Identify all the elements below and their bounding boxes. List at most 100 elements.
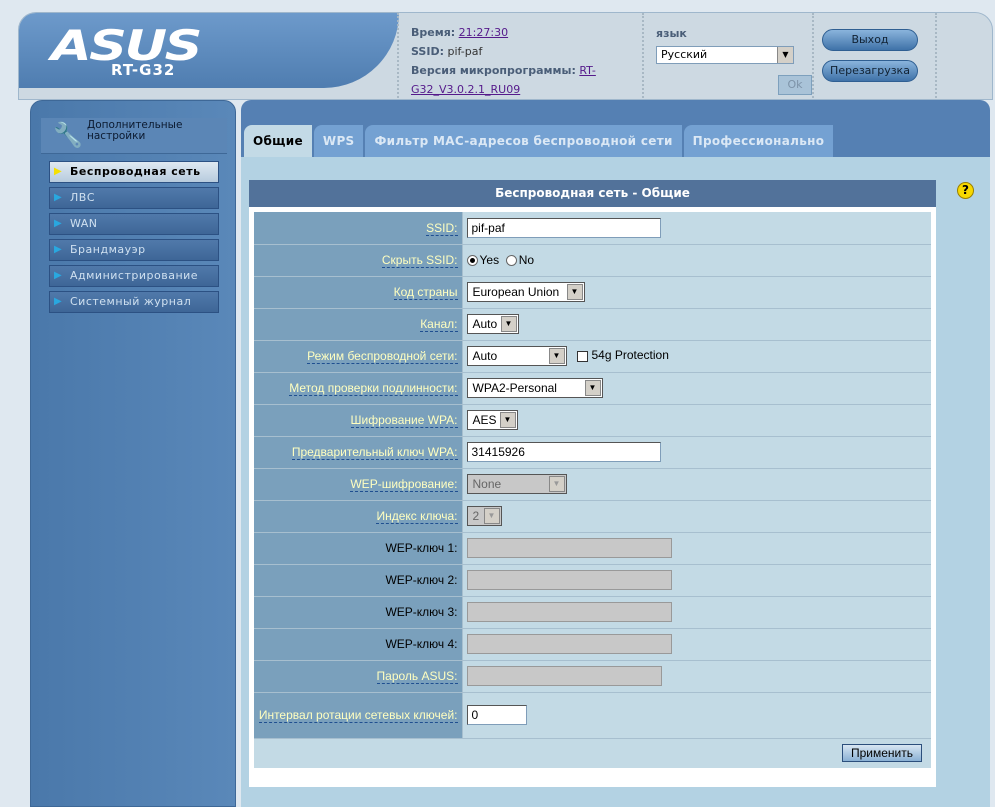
chevron-down-icon: ▼ [499,412,516,428]
ssid-value: pif-paf [447,45,483,58]
tab-wps[interactable]: WPS [313,125,364,157]
sidebar-item-label: Брандмауэр [70,243,146,256]
asus-password-input[interactable] [466,666,662,686]
asus-logo: ASUS RT-G32 [19,13,399,88]
page-title: Беспроводная сеть - Общие [249,180,936,207]
mode-value: Auto [472,349,498,363]
sidebar-item-syslog[interactable]: ▶ Системный журнал [49,291,219,313]
language-label: язык [656,27,687,40]
ssid-input[interactable]: pif-paf [466,217,661,238]
chevron-down-icon: ▼ [548,476,565,492]
table-row: WEP-шифрование: None ▼ [254,468,931,501]
sidebar-item-label: Системный журнал [70,295,192,308]
status-info: Время: 21:27:30 SSID: pif-paf Версия мик… [397,13,642,99]
mode-label: Режим беспроводной сети: [307,349,458,364]
table-row: Предварительный ключ WPA: 31415926 [254,436,931,469]
table-row: Метод проверки подлинности: WPA2-Personal… [254,372,931,405]
sidebar: 🔧 Дополнительные настройки ▶ Беспроводная… [30,100,236,807]
key-rotation-input[interactable]: 0 [466,705,527,725]
hide-ssid-yes-radio[interactable] [466,255,478,267]
wep-key3-label: WEP-ключ 3: [385,605,458,619]
chevron-down-icon: ▼ [584,380,601,396]
wpa-encryption-select[interactable]: AES ▼ [466,410,518,430]
chevron-down-icon: ▼ [777,47,793,63]
time-label: Время: [411,26,456,39]
chevron-down-icon: ▼ [566,284,583,300]
auth-value: WPA2-Personal [472,381,557,395]
auth-select[interactable]: WPA2-Personal ▼ [466,378,603,398]
wep-encryption-value: None [472,477,502,491]
key-index-select[interactable]: 2 ▼ [466,506,502,526]
channel-value: Auto [472,317,498,331]
sidebar-item-firewall[interactable]: ▶ Брандмауэр [49,239,219,261]
table-row: Режим беспроводной сети: Auto ▼ 54g Protect… [254,340,931,373]
header-buttons: Выход Перезагрузка [812,13,937,99]
model-name: RT-G32 [111,61,176,79]
arrow-icon: ▶ [54,166,63,177]
table-row: Индекс ключа: 2 ▼ [254,500,931,533]
wep-key1-input[interactable] [466,538,672,558]
wep-key2-input[interactable] [466,570,672,590]
arrow-icon: ▶ [54,192,63,203]
apply-button[interactable]: Применить [841,744,922,763]
tools-icon: 🔧 [53,121,83,149]
ok-button[interactable]: Ok [778,75,812,95]
sidebar-item-wan[interactable]: ▶ WAN [49,213,219,235]
help-icon[interactable]: ? [957,182,974,199]
wep-encryption-select[interactable]: None ▼ [466,474,567,494]
table-row: WEP-ключ 2: [254,564,931,597]
sidebar-header: 🔧 Дополнительные настройки [41,118,227,154]
main-panel: Общие WPS Фильтр MAC-адресов беспроводно… [241,100,990,807]
table-row: WEP-ключ 4: [254,628,931,661]
sidebar-item-admin[interactable]: ▶ Администрирование [49,265,219,287]
sidebar-title: Дополнительные настройки [87,119,183,142]
psk-input[interactable]: 31415926 [466,442,661,462]
wep-encryption-label: WEP-шифрование: [350,477,458,492]
tab-general[interactable]: Общие [244,125,312,157]
language-value: Русский [661,48,708,61]
mode-select[interactable]: Auto ▼ [466,346,567,366]
country-label: Код страны [393,285,458,300]
arrow-icon: ▶ [54,296,63,307]
wep-key2-label: WEP-ключ 2: [385,573,458,587]
table-row: Пароль ASUS: [254,660,931,693]
logout-button[interactable]: Выход [822,29,918,51]
table-row: Код страны European Union ▼ [254,276,931,309]
arrow-icon: ▶ [54,270,63,281]
header: ASUS RT-G32 Время: 21:27:30 SSID: pif-pa… [18,12,993,100]
language-select[interactable]: Русский ▼ [656,46,794,64]
hide-ssid-no-radio[interactable] [505,255,517,267]
chevron-down-icon: ▼ [500,316,517,332]
time-link[interactable]: 21:27:30 [459,26,508,39]
channel-select[interactable]: Auto ▼ [466,314,519,334]
tabs: Общие WPS Фильтр MAC-адресов беспроводно… [244,125,835,157]
sidebar-item-lan[interactable]: ▶ ЛВС [49,187,219,209]
sidebar-item-wireless[interactable]: ▶ Беспроводная сеть [49,161,219,183]
wep-key4-input[interactable] [466,634,672,654]
wep-key3-input[interactable] [466,602,672,622]
no-label: No [518,253,535,267]
sidebar-item-label: WAN [70,217,98,230]
country-select[interactable]: European Union ▼ [466,282,585,302]
wpa-encryption-label: Шифрование WPA: [350,413,458,428]
tab-mac-filter[interactable]: Фильтр MAC-адресов беспроводной сети [365,125,682,157]
sidebar-menu: ▶ Беспроводная сеть ▶ ЛВС ▶ WAN ▶ Брандмауэр… [49,161,219,317]
sidebar-item-label: Беспроводная сеть [70,165,201,178]
auth-label: Метод проверки подлинности: [289,381,458,396]
key-rotation-label: Интервал ротации сетевых ключей: [258,708,458,723]
yes-label: Yes [479,253,500,267]
arrow-icon: ▶ [54,218,63,229]
reboot-button[interactable]: Перезагрузка [822,60,918,82]
protection-label: 54g Protection [591,348,669,363]
table-row: Интервал ротации сетевых ключей: 0 [254,692,931,739]
firmware-label: Версия микропрограммы: [411,64,576,77]
tab-professional[interactable]: Профессионально [683,125,834,157]
table-row: Скрыть SSID: Yes No [254,244,931,277]
hide-ssid-label: Скрыть SSID: [381,253,458,268]
wpa-encryption-value: AES [472,413,497,427]
sidebar-item-label: ЛВС [70,191,95,204]
wep-key1-label: WEP-ключ 1: [385,541,458,555]
protection-checkbox[interactable] [576,350,588,362]
wep-key4-label: WEP-ключ 4: [385,637,458,651]
table-row: Канал: Auto ▼ [254,308,931,341]
